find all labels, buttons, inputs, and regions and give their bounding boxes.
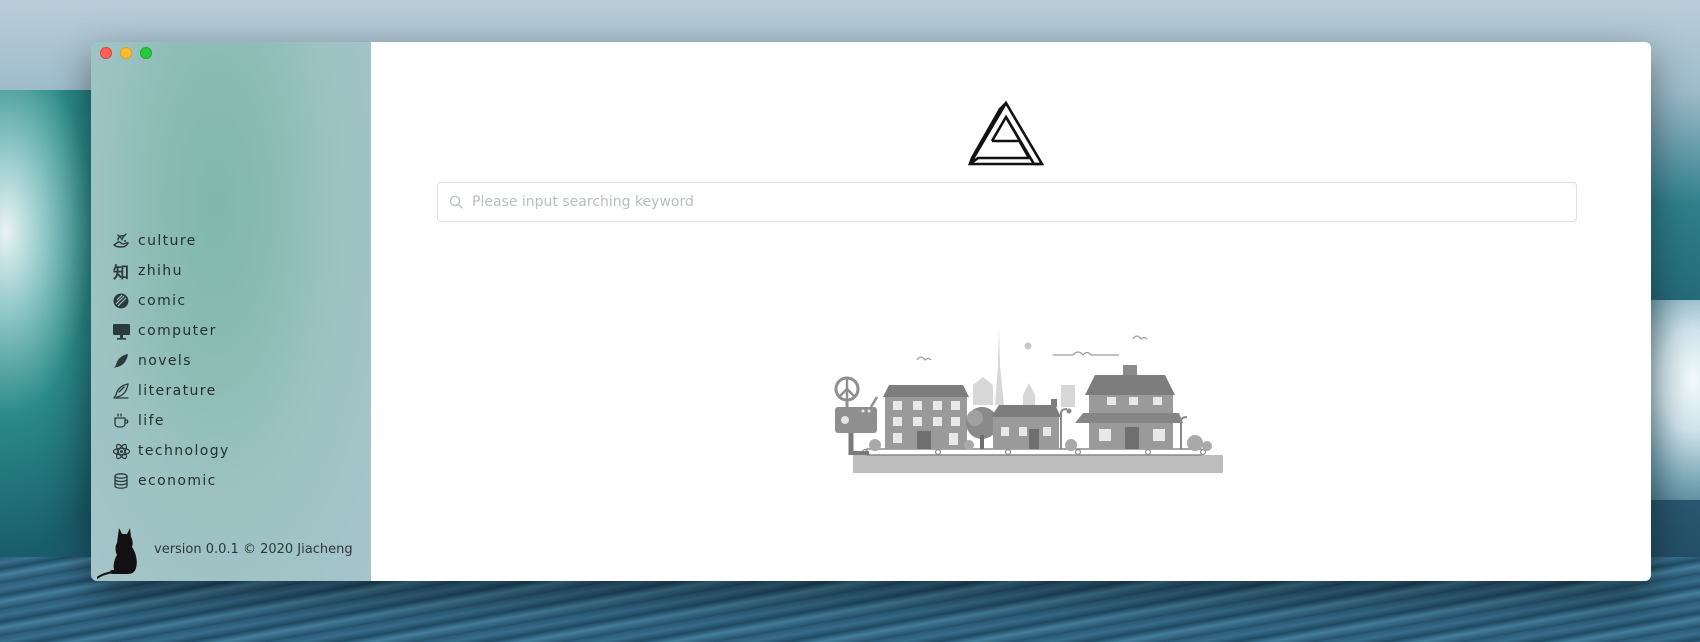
penrose-triangle-logo-icon xyxy=(967,100,1045,172)
version-footer: version 0.0.1 © 2020 Jiacheng xyxy=(154,542,353,557)
quill-icon xyxy=(111,351,131,371)
comic-icon xyxy=(111,291,131,311)
sidebar-item-culture[interactable]: culture xyxy=(111,226,230,256)
coin-stack-icon xyxy=(111,471,131,491)
sidebar-item-label: computer xyxy=(138,323,217,339)
sidebar-item-label: comic xyxy=(138,293,187,309)
search-input[interactable] xyxy=(470,182,1576,222)
main-panel xyxy=(371,42,1651,581)
sidebar-item-comic[interactable]: comic xyxy=(111,286,230,316)
sidebar: culture 知 zhihu comic computer novels li… xyxy=(91,42,371,581)
feather-pen-icon xyxy=(111,381,131,401)
zoom-button[interactable] xyxy=(140,47,152,59)
atom-icon xyxy=(111,441,131,461)
sidebar-item-computer[interactable]: computer xyxy=(111,316,230,346)
sidebar-item-label: literature xyxy=(138,383,217,399)
window-controls xyxy=(100,47,152,59)
sidebar-nav: culture 知 zhihu comic computer novels li… xyxy=(111,226,230,496)
sidebar-item-life[interactable]: life xyxy=(111,406,230,436)
search-bar[interactable] xyxy=(437,182,1577,222)
sidebar-item-label: zhihu xyxy=(138,263,183,279)
sidebar-item-literature[interactable]: literature xyxy=(111,376,230,406)
monitor-icon xyxy=(111,321,131,341)
sidebar-item-novels[interactable]: novels xyxy=(111,346,230,376)
sidebar-item-label: technology xyxy=(138,443,230,459)
close-button[interactable] xyxy=(100,47,112,59)
sidebar-item-label: novels xyxy=(138,353,192,369)
sidebar-item-zhihu[interactable]: 知 zhihu xyxy=(111,256,230,286)
minimize-button[interactable] xyxy=(120,47,132,59)
sidebar-item-label: economic xyxy=(138,473,217,489)
sidebar-item-economic[interactable]: economic xyxy=(111,466,230,496)
empty-state-town-illustration xyxy=(823,325,1223,489)
sidebar-item-technology[interactable]: technology xyxy=(111,436,230,466)
zhihu-icon: 知 xyxy=(112,263,129,282)
coffee-cup-icon xyxy=(111,411,131,431)
search-icon xyxy=(449,195,463,209)
sidebar-item-label: culture xyxy=(138,233,197,249)
dragon-icon xyxy=(111,231,131,251)
cat-logo-icon xyxy=(96,524,139,581)
app-window: culture 知 zhihu comic computer novels li… xyxy=(91,42,1651,581)
sidebar-item-label: life xyxy=(138,413,165,429)
